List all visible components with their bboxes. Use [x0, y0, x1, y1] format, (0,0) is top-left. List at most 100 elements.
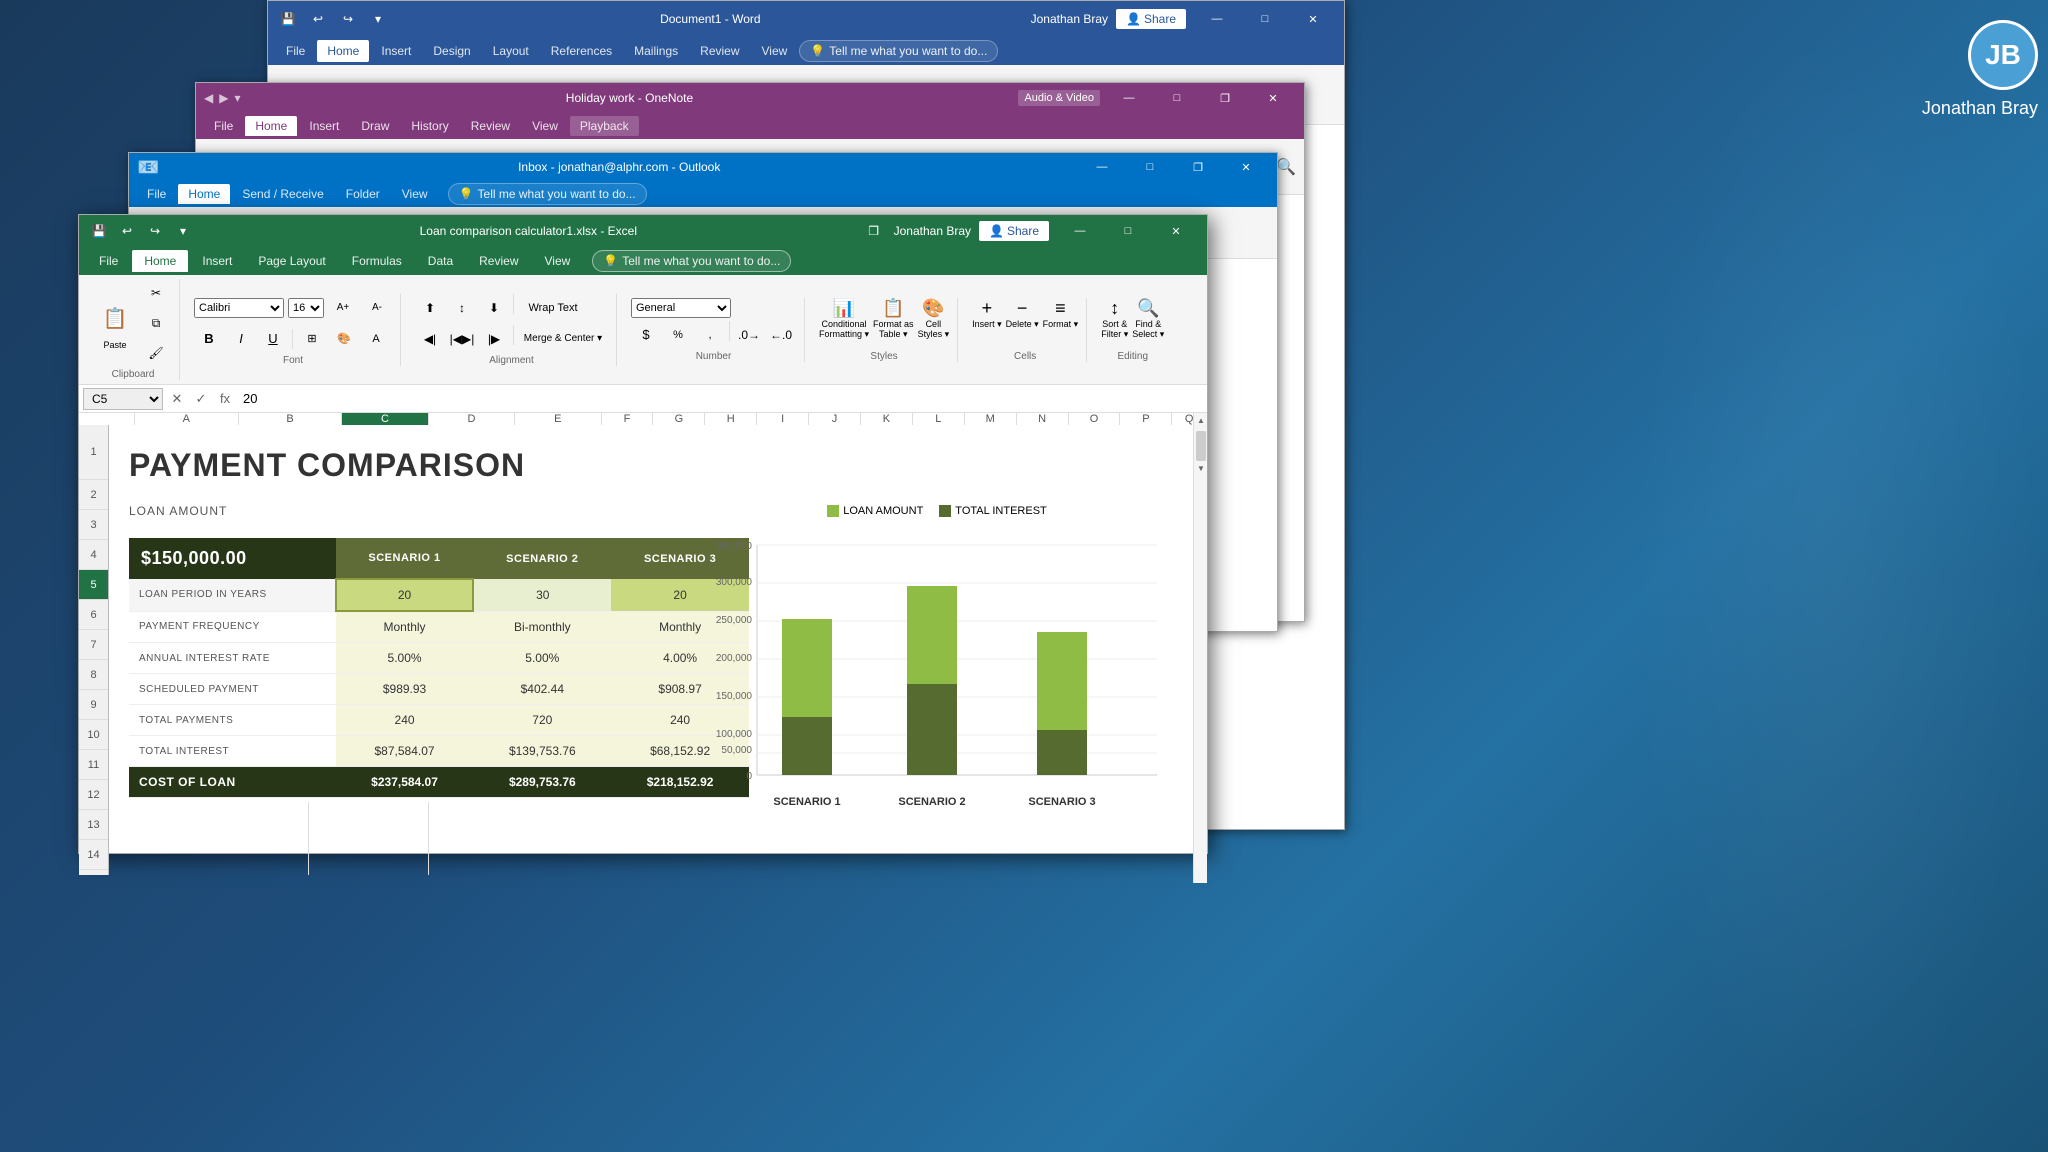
outlook-tab-folder[interactable]: Folder: [336, 184, 390, 204]
row-header-3[interactable]: 3: [79, 510, 108, 540]
excel-tell-me[interactable]: 💡 Tell me what you want to do...: [592, 250, 791, 272]
excel-close-button[interactable]: ✕: [1153, 215, 1199, 247]
col-header-e[interactable]: E: [515, 413, 601, 425]
cost-of-loan-row[interactable]: COST OF LOAN $237,584.07 $289,753.76 $21…: [129, 767, 749, 798]
onenote-tab-insert[interactable]: Insert: [299, 116, 349, 136]
row-header-5[interactable]: 5: [79, 570, 108, 600]
scroll-up-button[interactable]: ▲: [1194, 413, 1207, 427]
excel-tab-home[interactable]: Home: [132, 250, 188, 272]
word-tab-mailings[interactable]: Mailings: [624, 40, 688, 62]
onenote-audio-video[interactable]: Audio & Video: [1018, 90, 1100, 106]
loan-period-s2[interactable]: 30: [473, 579, 611, 611]
format-as-table-button[interactable]: 📋 Format asTable ▾: [873, 298, 914, 340]
word-customize-icon[interactable]: ▾: [366, 7, 390, 31]
vertical-scrollbar[interactable]: ▲ ▼: [1193, 413, 1207, 883]
format-painter-button[interactable]: 🖌: [141, 339, 171, 367]
scheduled-payment-row[interactable]: SCHEDULED PAYMENT $989.93 $402.44 $908.9…: [129, 674, 749, 705]
currency-button[interactable]: $: [631, 321, 661, 349]
outlook-restore-button[interactable]: ❐: [1175, 151, 1221, 183]
word-share-button[interactable]: 👤 Share: [1116, 9, 1186, 29]
paste-button[interactable]: 📋: [95, 296, 135, 340]
cell-reference-box[interactable]: C5: [83, 388, 163, 410]
cost-of-loan-s1[interactable]: $237,584.07: [336, 767, 474, 798]
excel-undo-icon[interactable]: ↩: [115, 219, 139, 243]
cost-of-loan-s2[interactable]: $289,753.76: [473, 767, 611, 798]
excel-share-button[interactable]: 👤 Share: [979, 221, 1049, 241]
col-header-k[interactable]: K: [861, 413, 913, 425]
onenote-tab-draw[interactable]: Draw: [351, 116, 399, 136]
outlook-minimize-button[interactable]: —: [1079, 151, 1125, 183]
total-payments-row[interactable]: TOTAL PAYMENTS 240 720 240: [129, 705, 749, 736]
formula-insert-icon[interactable]: fx: [215, 391, 235, 406]
font-color-button[interactable]: A: [361, 325, 391, 353]
onenote-nav-forward[interactable]: ▶: [219, 91, 228, 105]
col-header-d[interactable]: D: [429, 413, 515, 425]
row-header-12[interactable]: 12: [79, 780, 108, 810]
word-undo-icon[interactable]: ↩: [306, 7, 330, 31]
col-header-o[interactable]: O: [1069, 413, 1121, 425]
total-interest-row[interactable]: TOTAL INTEREST $87,584.07 $139,753.76 $6…: [129, 736, 749, 767]
row-header-1[interactable]: 1: [79, 425, 108, 480]
onenote-tab-view[interactable]: View: [522, 116, 568, 136]
scroll-thumb[interactable]: [1196, 431, 1206, 461]
outlook-tab-home[interactable]: Home: [178, 184, 230, 204]
onenote-maximize-button[interactable]: □: [1154, 82, 1200, 114]
excel-tab-page-layout[interactable]: Page Layout: [246, 250, 337, 272]
align-right-button[interactable]: |▶: [479, 325, 509, 353]
word-maximize-button[interactable]: □: [1242, 3, 1288, 35]
excel-tab-data[interactable]: Data: [416, 250, 465, 272]
bottom-align-button[interactable]: ⬇: [479, 294, 509, 322]
excel-tab-file[interactable]: File: [87, 250, 130, 272]
delete-cells-button[interactable]: − Delete ▾: [1006, 298, 1039, 330]
conditional-formatting-button[interactable]: 📊 ConditionalFormatting ▾: [819, 298, 869, 340]
sort-filter-button[interactable]: ↕ Sort &Filter ▾: [1101, 298, 1128, 340]
word-tell-me[interactable]: 💡 Tell me what you want to do...: [799, 40, 998, 62]
loan-period-row[interactable]: LOAN PERIOD IN YEARS 20 30 20: [129, 579, 749, 611]
excel-tab-formulas[interactable]: Formulas: [340, 250, 414, 272]
onenote-tab-review[interactable]: Review: [461, 116, 520, 136]
word-tab-design[interactable]: Design: [423, 40, 480, 62]
excel-tab-review[interactable]: Review: [467, 250, 530, 272]
row-header-7[interactable]: 7: [79, 630, 108, 660]
align-center-button[interactable]: |◀▶|: [447, 325, 477, 353]
excel-tab-insert[interactable]: Insert: [190, 250, 244, 272]
excel-redo-icon[interactable]: ↪: [143, 219, 167, 243]
payment-freq-s1[interactable]: Monthly: [336, 611, 474, 643]
row-header-2[interactable]: 2: [79, 480, 108, 510]
copy-button[interactable]: ⧉: [141, 309, 171, 337]
font-size-select[interactable]: 16: [288, 298, 324, 318]
decrease-decimal-button[interactable]: ←.0: [766, 321, 796, 349]
borders-button[interactable]: ⊞: [297, 325, 327, 353]
bold-button[interactable]: B: [194, 325, 224, 353]
outlook-tab-send-receive[interactable]: Send / Receive: [232, 184, 333, 204]
onenote-tab-playback[interactable]: Playback: [570, 116, 639, 136]
decrease-font-button[interactable]: A-: [362, 294, 392, 322]
wrap-text-button[interactable]: Wrap Text: [518, 294, 588, 322]
middle-align-button[interactable]: ↕: [447, 294, 477, 322]
scroll-down-button[interactable]: ▼: [1194, 461, 1207, 475]
word-close-button[interactable]: ✕: [1290, 3, 1336, 35]
formula-cancel-icon[interactable]: ✕: [167, 391, 187, 407]
row-header-4[interactable]: 4: [79, 540, 108, 570]
interest-rate-row[interactable]: ANNUAL INTEREST RATE 5.00% 5.00% 4.00%: [129, 643, 749, 674]
excel-maximize-button[interactable]: □: [1105, 215, 1151, 247]
onenote-restore-button[interactable]: ❐: [1202, 82, 1248, 114]
word-tab-review[interactable]: Review: [690, 40, 749, 62]
col-header-h[interactable]: H: [705, 413, 757, 425]
row-header-14[interactable]: 14: [79, 840, 108, 870]
insert-cells-button[interactable]: + Insert ▾: [972, 298, 1002, 330]
col-header-a[interactable]: A: [135, 413, 239, 425]
onenote-close-button[interactable]: ✕: [1250, 82, 1296, 114]
top-align-button[interactable]: ⬆: [415, 294, 445, 322]
col-header-p[interactable]: P: [1120, 413, 1172, 425]
total-payments-s1[interactable]: 240: [336, 705, 474, 736]
font-family-select[interactable]: Calibri: [194, 298, 284, 318]
percent-button[interactable]: %: [663, 321, 693, 349]
col-header-b[interactable]: B: [239, 413, 343, 425]
outlook-close-button[interactable]: ✕: [1223, 151, 1269, 183]
col-header-n[interactable]: N: [1017, 413, 1069, 425]
italic-button[interactable]: I: [226, 325, 256, 353]
excel-minimize-button[interactable]: —: [1057, 215, 1103, 247]
fill-color-button[interactable]: 🎨: [329, 325, 359, 353]
onenote-tab-home[interactable]: Home: [245, 116, 297, 136]
